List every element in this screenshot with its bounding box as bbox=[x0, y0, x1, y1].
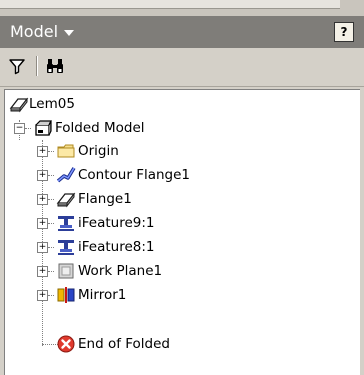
browser-toolbar bbox=[0, 48, 364, 87]
tree-item-end-of-folded[interactable]: End of Folded bbox=[5, 332, 355, 356]
tree-line bbox=[48, 223, 54, 224]
tree-line bbox=[25, 128, 31, 129]
expand-toggle[interactable]: + bbox=[37, 218, 48, 229]
help-button[interactable]: ? bbox=[334, 22, 354, 42]
tree-item-label: End of Folded bbox=[78, 336, 170, 352]
tree-item-work-plane1[interactable]: + Work Plane1 bbox=[5, 259, 355, 283]
tree-root-label: Lem05 bbox=[29, 96, 75, 112]
tree-item-ifeature8[interactable]: + iFeature8:1 bbox=[5, 235, 355, 259]
tree-item-mirror1[interactable]: + Mirror1 bbox=[5, 283, 355, 307]
tree-item-label: Folded Model bbox=[55, 120, 145, 136]
model-dropdown-label: Model bbox=[10, 22, 59, 41]
tree-line bbox=[48, 247, 54, 248]
flange-part-icon bbox=[9, 94, 29, 114]
tree-line bbox=[48, 295, 54, 296]
toolbar-separator bbox=[36, 56, 38, 76]
tree-item-label: Flange1 bbox=[78, 191, 132, 207]
previous-panel-bar bbox=[0, 0, 340, 9]
tree-item-label: Contour Flange1 bbox=[78, 167, 191, 183]
dropdown-caret-icon bbox=[64, 29, 75, 36]
filter-icon[interactable] bbox=[6, 55, 28, 77]
model-dropdown[interactable]: Model bbox=[10, 22, 75, 41]
tree-line bbox=[48, 199, 54, 200]
expand-toggle[interactable]: + bbox=[37, 194, 48, 205]
tree-line bbox=[48, 271, 54, 272]
previous-panel-edge bbox=[0, 0, 364, 16]
tree-root-lem05[interactable]: Lem05 bbox=[5, 92, 355, 116]
tree-item-label: Origin bbox=[78, 143, 119, 159]
expand-toggle[interactable]: + bbox=[37, 290, 48, 301]
contour-flange-icon bbox=[56, 165, 76, 185]
tree-line bbox=[48, 151, 54, 152]
expand-toggle[interactable]: + bbox=[37, 146, 48, 157]
expand-toggle[interactable]: + bbox=[37, 266, 48, 277]
expand-toggle[interactable]: + bbox=[37, 170, 48, 181]
end-of-part-icon bbox=[56, 334, 76, 354]
folder-icon bbox=[56, 141, 76, 161]
folded-model-icon bbox=[33, 118, 53, 138]
tree-item-folded-model[interactable]: − Folded Model bbox=[5, 116, 355, 140]
binoculars-icon[interactable] bbox=[44, 55, 66, 77]
mirror-icon bbox=[56, 285, 76, 305]
tree-line bbox=[48, 175, 54, 176]
flange-icon bbox=[56, 189, 76, 209]
browser-header: Model ? bbox=[0, 16, 364, 48]
tree-item-contour-flange1[interactable]: + Contour Flange1 bbox=[5, 163, 355, 187]
tree-item-label: iFeature9:1 bbox=[78, 215, 155, 231]
tree-item-ifeature9[interactable]: + iFeature9:1 bbox=[5, 211, 355, 235]
ifeature-icon bbox=[56, 213, 76, 233]
tree-item-label: iFeature8:1 bbox=[78, 239, 155, 255]
tree-item-label: Mirror1 bbox=[78, 287, 127, 303]
tree-item-origin[interactable]: + Origin bbox=[5, 139, 355, 163]
work-plane-icon bbox=[56, 261, 76, 281]
tree-item-flange1[interactable]: + Flange1 bbox=[5, 187, 355, 211]
model-browser-tree[interactable]: Lem05 − Folded Model + Origin + Contour … bbox=[4, 89, 360, 375]
tree-item-label: Work Plane1 bbox=[78, 263, 163, 279]
expand-toggle[interactable]: + bbox=[37, 242, 48, 253]
ifeature-icon bbox=[56, 237, 76, 257]
collapse-toggle[interactable]: − bbox=[14, 123, 25, 134]
